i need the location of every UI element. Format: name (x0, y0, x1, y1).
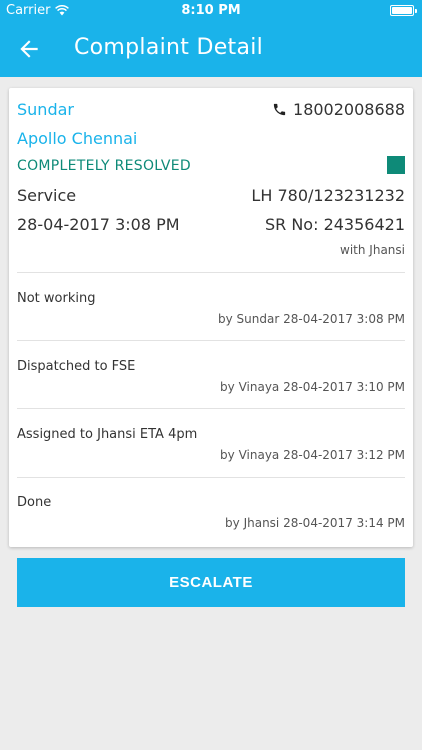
history-meta: by Vinaya 28-04-2017 3:10 PM (220, 380, 405, 394)
hospital-name: Apollo Chennai (17, 129, 138, 148)
sr-number: SR No: 24356421 (264, 215, 405, 234)
history-text: Not working (17, 291, 96, 306)
lh-number: LH 780/123231232 (251, 186, 405, 205)
complaint-date: 28-04-2017 3:08 PM (17, 215, 180, 234)
phone-icon (273, 103, 286, 116)
escalate-button[interactable]: ESCALATE (17, 558, 405, 607)
history-meta: by Vinaya 28-04-2017 3:12 PM (220, 448, 405, 462)
history-meta: by Jhansi 28-04-2017 3:14 PM (225, 516, 405, 530)
history-text: Dispatched to FSE (17, 359, 136, 374)
history-text: Assigned to Jhansi ETA 4pm (17, 427, 198, 442)
app-header: Complaint Detail (0, 22, 422, 77)
history-text: Done (17, 495, 52, 510)
divider (17, 408, 405, 409)
category-label: Service (17, 186, 77, 205)
history-meta: by Sundar 28-04-2017 3:08 PM (218, 312, 405, 326)
customer-name: Sundar (17, 100, 74, 119)
phone-number: 18002008688 (293, 100, 405, 119)
status-label: COMPLETELY RESOLVED (17, 158, 191, 174)
clock: 8:10 PM (181, 3, 241, 18)
back-arrow-icon[interactable] (16, 36, 42, 62)
complaint-card: Sundar 18002008688 Apollo Chennai COMPLE… (9, 88, 413, 547)
assigned-with: with Jhansi (340, 243, 405, 257)
divider (17, 340, 405, 341)
phone-link[interactable]: 18002008688 (272, 100, 405, 119)
battery-icon (390, 5, 417, 16)
page-title: Complaint Detail (74, 35, 264, 60)
status-indicator (387, 156, 405, 174)
divider (17, 272, 405, 273)
status-bar: Carrier 8:10 PM (0, 0, 422, 22)
divider (17, 477, 405, 478)
